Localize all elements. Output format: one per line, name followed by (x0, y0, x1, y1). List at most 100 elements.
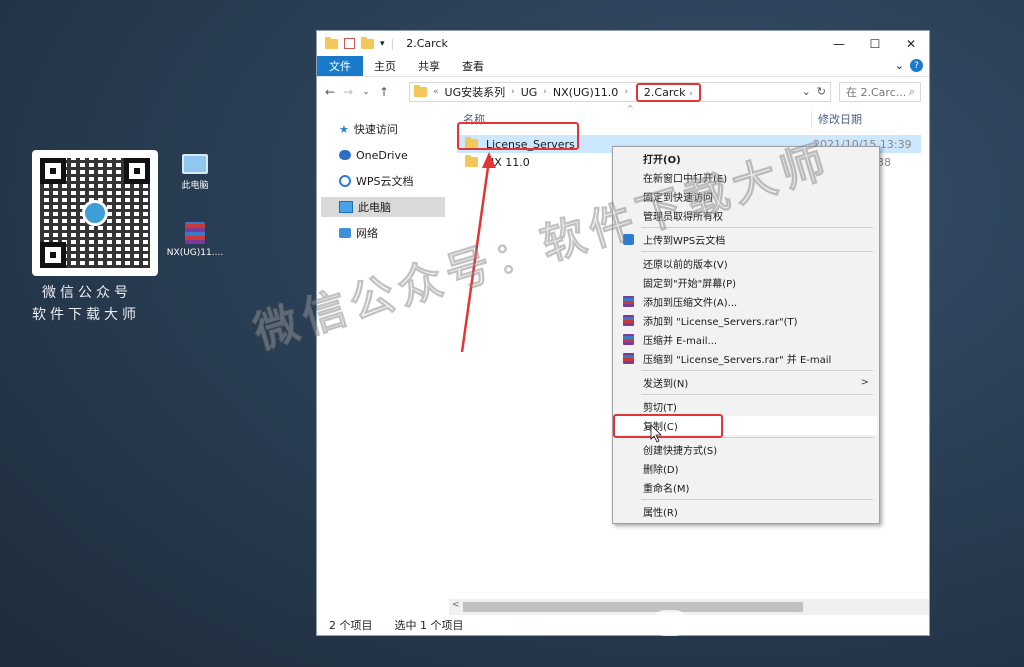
sidebar-item-this-pc[interactable]: 此电脑 (321, 197, 445, 217)
menu-item-label: 重命名(M) (643, 484, 690, 495)
minimize-button[interactable]: — (821, 31, 857, 56)
folder-icon (414, 85, 427, 97)
computer-icon (182, 154, 208, 174)
window-title: 2.Carck (406, 37, 448, 50)
sidebar-item-wps-cloud[interactable]: WPS云文档 (321, 171, 445, 191)
overflow-crumb[interactable]: « (433, 87, 439, 97)
menu-item-label: 压缩并 E-mail... (643, 336, 718, 347)
watermark-bottom-text: 公众号 · 软件下载大师 (696, 612, 920, 636)
tab-view[interactable]: 查看 (451, 56, 495, 76)
menu-item-label: 剪切(T) (643, 403, 677, 414)
menu-item-label: 创建快捷方式(S) (643, 446, 718, 457)
breadcrumb-ug[interactable]: UG (521, 86, 538, 99)
menu-item-label: 添加到压缩文件(A)... (643, 298, 738, 309)
refresh-icon[interactable]: ↻ (817, 85, 826, 98)
sort-caret-icon: ^ (627, 104, 634, 113)
menu-item-label: 添加到 "License_Servers.rar"(T) (643, 317, 798, 328)
search-placeholder: 在 2.Carc... (846, 86, 907, 99)
recent-locations-button[interactable]: ⌄ (361, 87, 371, 97)
qr-corner (40, 158, 66, 184)
address-dropdown-icon[interactable]: ⌄ (802, 85, 811, 98)
menu-separator (641, 370, 873, 371)
desktop-icon-nx-archive[interactable]: NX(UG)11.... (160, 222, 230, 258)
desktop-icon-label: NX(UG)11.... (166, 248, 224, 258)
network-icon (339, 228, 351, 238)
desktop-icon-this-pc[interactable]: 此电脑 (160, 154, 230, 191)
menu-item-label: 属性(R) (643, 508, 678, 519)
quick-access-dropdown-icon[interactable]: ▾ (380, 39, 385, 49)
qr-caption-line2: 软件下载大师 (32, 307, 140, 323)
menu-item-properties[interactable]: 属性(R) (615, 502, 877, 521)
properties-icon[interactable] (344, 38, 355, 49)
qr-caption-line1: 微信公众号 (42, 285, 132, 301)
qr-logo-icon (82, 200, 108, 226)
breadcrumb-separator[interactable]: › (511, 87, 515, 97)
star-icon: ★ (339, 122, 349, 136)
file-name: License_Servers (486, 137, 575, 151)
sidebar-item-onedrive[interactable]: OneDrive (321, 145, 445, 165)
maximize-button[interactable]: ☐ (857, 31, 893, 56)
folder-icon (465, 155, 478, 167)
close-button[interactable]: ✕ (893, 31, 929, 56)
menu-item-restore-versions[interactable]: 还原以前的版本(V) (615, 254, 877, 273)
menu-item-delete[interactable]: 删除(D) (615, 459, 877, 478)
sidebar-item-label: 网络 (356, 227, 378, 240)
tab-file[interactable]: 文件 (317, 56, 363, 76)
wechat-icon (652, 609, 688, 636)
sidebar-item-label: OneDrive (356, 148, 408, 162)
menu-item-add-to-archive[interactable]: 添加到压缩文件(A)... (615, 292, 877, 311)
qr-corner (40, 242, 66, 268)
sidebar-item-quick-access[interactable]: ★ 快速访问 (321, 119, 445, 139)
rar-icon (623, 315, 634, 326)
tab-share[interactable]: 共享 (407, 56, 451, 76)
breadcrumb-separator[interactable]: › (543, 87, 547, 97)
breadcrumb-ug-series[interactable]: UG安装系列 (445, 84, 506, 100)
breadcrumb-carck-label: 2.Carck (643, 85, 686, 99)
ribbon: 文件 主页 共享 查看 ⌄ ? (317, 56, 929, 77)
forward-button[interactable]: → (343, 85, 353, 99)
breadcrumb-separator[interactable]: › (624, 87, 628, 97)
menu-item-label: 打开(O) (643, 155, 681, 166)
sidebar-item-network[interactable]: 网络 (321, 223, 445, 243)
tab-home[interactable]: 主页 (363, 56, 407, 76)
menu-separator (641, 499, 873, 500)
menu-item-rename[interactable]: 重命名(M) (615, 478, 877, 497)
rar-icon (623, 296, 634, 307)
menu-item-compress-rar-email[interactable]: 压缩到 "License_Servers.rar" 并 E-mail (615, 349, 877, 368)
menu-separator (641, 394, 873, 395)
file-name: NX 11.0 (486, 155, 530, 169)
folder-icon (325, 36, 338, 49)
breadcrumb-separator: › (689, 88, 693, 99)
desktop-icon-label: 此电脑 (181, 181, 209, 191)
menu-item-pin-start[interactable]: 固定到"开始"屏幕(P) (615, 273, 877, 292)
address-bar[interactable]: « UG安装系列 › UG › NX(UG)11.0 › 2.Carck › ⌄… (409, 82, 831, 102)
ribbon-expand-icon[interactable]: ⌄ (895, 59, 904, 72)
breadcrumb-nx[interactable]: NX(UG)11.0 (553, 86, 618, 99)
menu-item-create-shortcut[interactable]: 创建快捷方式(S) (615, 440, 877, 459)
qr-code (32, 150, 158, 276)
highlight-copy (613, 414, 723, 438)
menu-item-label: 发送到(N) (643, 379, 689, 390)
watermark-bottom: 公众号 · 软件下载大师 (652, 608, 919, 637)
menu-item-add-to-rar[interactable]: 添加到 "License_Servers.rar"(T) (615, 311, 877, 330)
folder-icon (465, 137, 478, 149)
menu-separator (641, 251, 873, 252)
up-button[interactable]: ↑ (379, 85, 389, 99)
menu-item-compress-email[interactable]: 压缩并 E-mail... (615, 330, 877, 349)
menu-item-send-to[interactable]: 发送到(N) > (615, 373, 877, 392)
submenu-arrow-icon: > (860, 377, 869, 388)
back-button[interactable]: ← (325, 85, 335, 99)
scroll-left-icon[interactable]: < (452, 600, 460, 610)
item-count: 2 个项目 (329, 619, 373, 632)
navigation-pane: ★ 快速访问 OneDrive WPS云文档 此电脑 网络 (317, 107, 449, 615)
sidebar-item-label: WPS云文档 (356, 175, 414, 188)
computer-icon (339, 201, 353, 213)
column-name[interactable]: 名称 (463, 111, 485, 127)
breadcrumb-carck[interactable]: 2.Carck › (635, 82, 701, 102)
cloud-icon (339, 150, 351, 160)
rar-icon (185, 222, 205, 244)
menu-item-label: 还原以前的版本(V) (643, 260, 728, 271)
help-icon[interactable]: ? (910, 59, 923, 72)
sidebar-item-label: 此电脑 (358, 201, 391, 214)
new-folder-icon[interactable] (361, 36, 374, 49)
